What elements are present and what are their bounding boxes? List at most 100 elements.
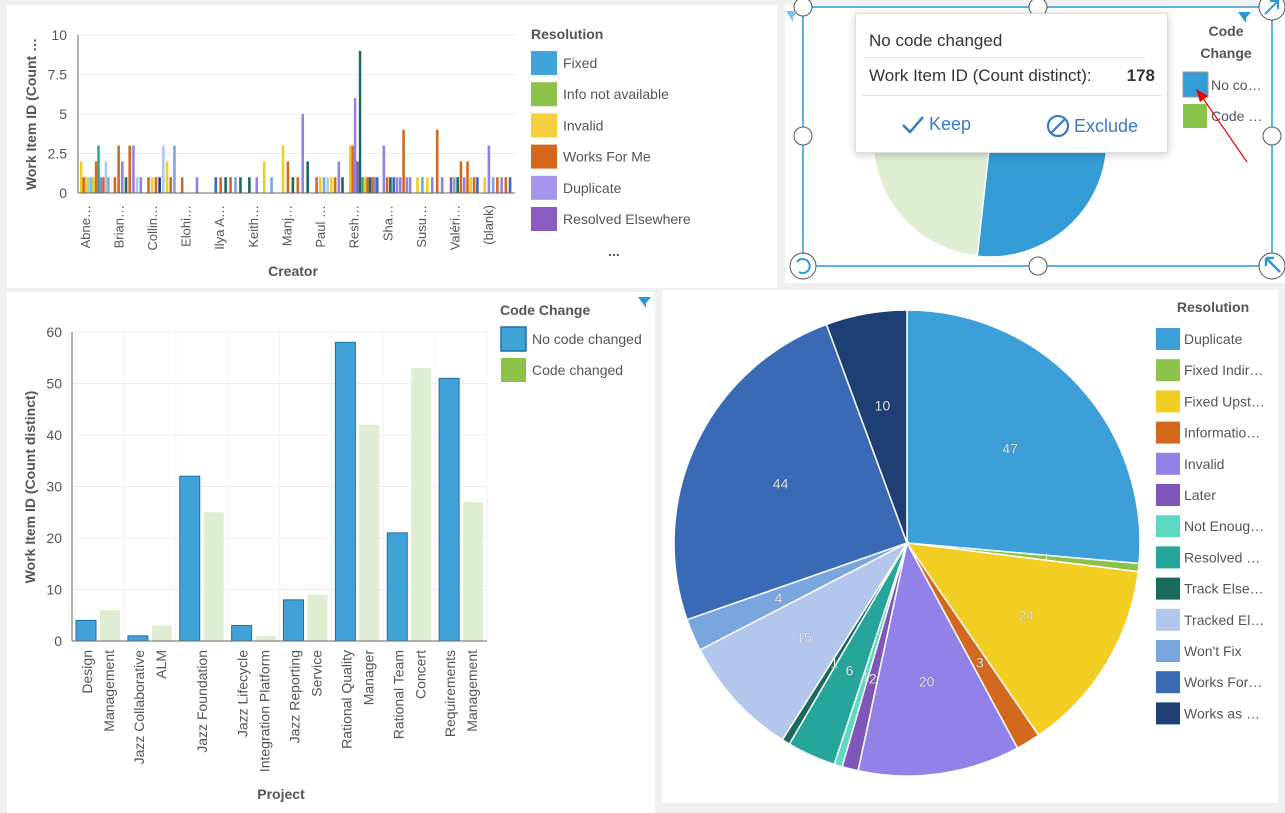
bar[interactable] bbox=[248, 177, 251, 193]
bar[interactable] bbox=[231, 625, 253, 642]
bar[interactable] bbox=[462, 177, 466, 193]
bar[interactable] bbox=[430, 177, 434, 193]
bar[interactable] bbox=[195, 177, 199, 193]
legend-item[interactable]: Tracked El… bbox=[1184, 612, 1264, 628]
legend-swatch[interactable] bbox=[531, 113, 557, 138]
legend-more[interactable]: ... bbox=[608, 243, 620, 259]
legend-swatch[interactable] bbox=[1156, 359, 1180, 382]
bar[interactable] bbox=[385, 177, 389, 193]
filter-icon[interactable] bbox=[786, 11, 798, 22]
bar[interactable] bbox=[376, 177, 379, 193]
legend-swatch[interactable] bbox=[531, 144, 557, 169]
bar[interactable] bbox=[326, 177, 330, 193]
exclude-button[interactable]: Exclude bbox=[1046, 114, 1138, 138]
legend-swatch[interactable] bbox=[1156, 390, 1180, 413]
bar[interactable] bbox=[402, 129, 405, 193]
bar[interactable] bbox=[94, 161, 98, 193]
bar[interactable] bbox=[239, 177, 242, 193]
bar[interactable] bbox=[368, 177, 372, 193]
legend-item[interactable]: Invalid bbox=[563, 117, 603, 133]
bar[interactable] bbox=[214, 177, 218, 193]
legend-swatch[interactable] bbox=[1156, 608, 1180, 631]
bar[interactable] bbox=[307, 594, 328, 641]
legend-item[interactable]: Resolved … bbox=[1184, 549, 1260, 565]
bar[interactable] bbox=[117, 145, 120, 193]
legend-swatch[interactable] bbox=[1156, 546, 1180, 569]
legend-swatch[interactable] bbox=[531, 175, 557, 200]
legend-item[interactable]: Fixed Upst… bbox=[1184, 393, 1265, 409]
bar[interactable] bbox=[104, 161, 108, 193]
legend-swatch[interactable] bbox=[1156, 328, 1180, 350]
legend-item[interactable]: Won't Fix bbox=[1184, 643, 1242, 659]
bar[interactable] bbox=[124, 177, 128, 193]
legend-item[interactable]: Informatio… bbox=[1184, 425, 1260, 441]
bar[interactable] bbox=[373, 177, 377, 193]
bar[interactable] bbox=[459, 161, 463, 193]
legend-swatch[interactable] bbox=[1156, 484, 1180, 506]
legend-item[interactable]: Track Else… bbox=[1184, 581, 1264, 597]
bar[interactable] bbox=[392, 177, 396, 193]
bar[interactable] bbox=[353, 98, 357, 193]
bar[interactable] bbox=[472, 177, 476, 193]
bar[interactable] bbox=[487, 145, 491, 193]
bar[interactable] bbox=[80, 161, 83, 193]
legend-item[interactable]: Works as … bbox=[1184, 705, 1260, 721]
legend-swatch[interactable] bbox=[1156, 577, 1180, 600]
bar[interactable] bbox=[97, 145, 100, 193]
bar[interactable] bbox=[322, 177, 326, 193]
bar[interactable] bbox=[135, 177, 139, 193]
bar[interactable] bbox=[296, 177, 300, 193]
bar[interactable] bbox=[386, 532, 408, 642]
bar[interactable] bbox=[154, 177, 158, 193]
bar[interactable] bbox=[348, 145, 352, 193]
bar[interactable] bbox=[128, 145, 132, 193]
legend-swatch[interactable] bbox=[1156, 671, 1180, 694]
bar[interactable] bbox=[270, 177, 273, 193]
bar[interactable] bbox=[75, 619, 97, 642]
legend-swatch-no-code[interactable] bbox=[1182, 71, 1209, 98]
bar[interactable] bbox=[416, 177, 419, 193]
bar[interactable] bbox=[319, 177, 322, 193]
legend-item[interactable]: No co… bbox=[1211, 77, 1262, 93]
bar[interactable] bbox=[361, 177, 364, 193]
bar[interactable] bbox=[411, 368, 432, 641]
legend-swatch[interactable] bbox=[1156, 702, 1180, 725]
bar[interactable] bbox=[491, 177, 495, 193]
resize-handle[interactable] bbox=[793, 126, 813, 146]
bar[interactable] bbox=[255, 177, 259, 193]
filter-icon[interactable] bbox=[1238, 12, 1251, 23]
bar[interactable] bbox=[180, 177, 184, 193]
legend-item[interactable]: Resolved Elsewhere bbox=[563, 211, 691, 227]
bar[interactable] bbox=[341, 177, 344, 193]
bar[interactable] bbox=[315, 177, 318, 193]
bar[interactable] bbox=[113, 177, 117, 193]
bar[interactable] bbox=[426, 177, 429, 193]
legend-item[interactable]: Duplicate bbox=[563, 180, 622, 196]
legend-swatch[interactable] bbox=[501, 358, 526, 382]
bar[interactable] bbox=[82, 177, 85, 193]
bar[interactable] bbox=[333, 177, 337, 193]
bar[interactable] bbox=[179, 475, 201, 642]
bar[interactable] bbox=[334, 341, 356, 642]
bar[interactable] bbox=[359, 424, 380, 641]
bar[interactable] bbox=[496, 177, 499, 193]
bar[interactable] bbox=[301, 114, 305, 193]
legend-swatch[interactable] bbox=[1156, 421, 1180, 444]
bar[interactable] bbox=[229, 177, 232, 193]
legend-swatch[interactable] bbox=[1156, 515, 1180, 538]
legend-item[interactable]: Works For Me bbox=[563, 149, 651, 165]
bar[interactable] bbox=[306, 161, 309, 193]
resize-handle[interactable] bbox=[1028, 256, 1048, 276]
legend-item[interactable]: Invalid bbox=[1184, 456, 1224, 472]
legend-item[interactable]: Fixed bbox=[563, 55, 597, 71]
legend-swatch[interactable] bbox=[1156, 452, 1180, 475]
bar[interactable] bbox=[351, 145, 354, 193]
bar[interactable] bbox=[255, 635, 276, 641]
bar[interactable] bbox=[99, 177, 103, 193]
bar[interactable] bbox=[408, 177, 412, 193]
rotate-handle[interactable] bbox=[789, 252, 817, 280]
legend-item[interactable]: Not Enoug… bbox=[1184, 518, 1264, 534]
bar[interactable] bbox=[173, 145, 176, 193]
expand-handle[interactable] bbox=[1258, 0, 1285, 21]
bar[interactable] bbox=[203, 512, 224, 641]
